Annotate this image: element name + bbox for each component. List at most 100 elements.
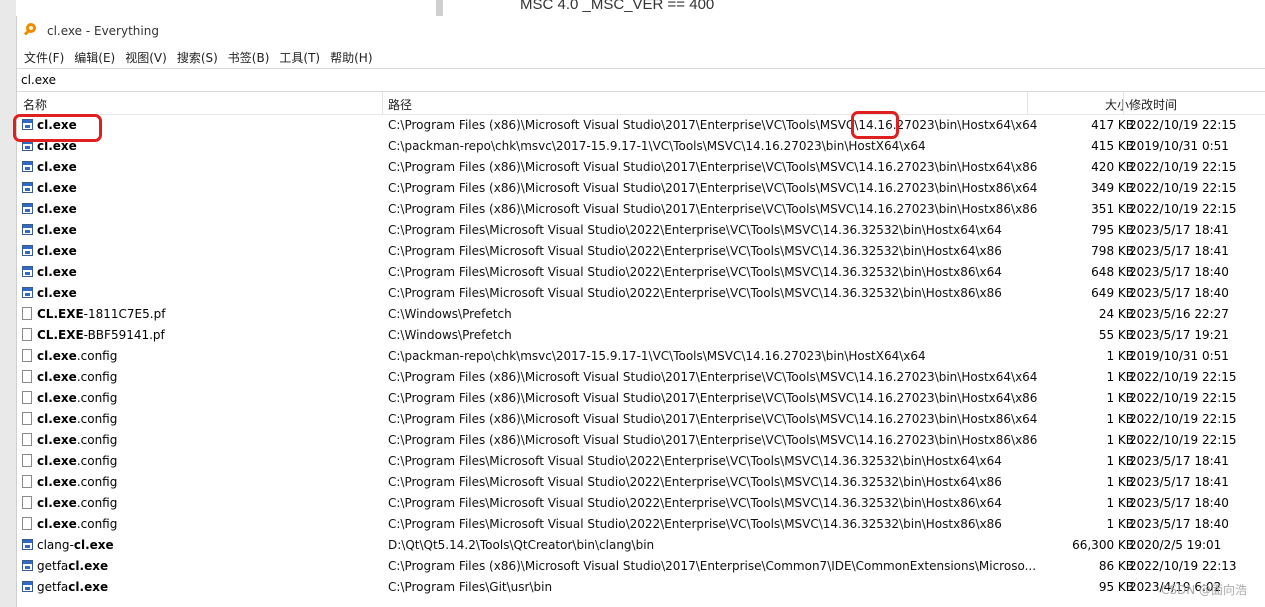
file-modified-date: 2022/10/19 22:15	[1129, 160, 1237, 174]
file-name: cl.exe.config	[37, 433, 117, 447]
file-path: C:\Program Files\Microsoft Visual Studio…	[388, 454, 1002, 468]
document-icon	[22, 391, 32, 404]
table-row[interactable]: cl.exe C:\Program Files\Microsoft Visual …	[17, 241, 1265, 262]
file-name: cl.exe.config	[37, 370, 117, 384]
file-modified-date: 2023/5/17 18:41	[1129, 475, 1229, 489]
table-row[interactable]: cl.exe C:\Program Files\Microsoft Visual …	[17, 262, 1265, 283]
table-row[interactable]: cl.exe.config C:\Program Files (x86)\Micr…	[17, 409, 1265, 430]
everything-window: cl.exe - Everything 文件(F) 编辑(E) 视图(V) 搜索…	[13, 16, 1265, 607]
background-left-area	[0, 0, 16, 607]
table-row[interactable]: cl.exe C:\Program Files\Microsoft Visual …	[17, 220, 1265, 241]
table-row[interactable]: cl.exe.config C:\Program Files\Microsoft …	[17, 451, 1265, 472]
exe-file-icon	[22, 140, 33, 151]
table-row[interactable]: cl.exe C:\Program Files (x86)\Microsoft V…	[17, 157, 1265, 178]
table-row[interactable]: cl.exe.config C:\Program Files\Microsoft …	[17, 493, 1265, 514]
file-path: C:\Program Files\Microsoft Visual Studio…	[388, 496, 1002, 510]
document-icon	[22, 517, 32, 530]
column-header-size[interactable]: 大小	[1105, 96, 1129, 113]
file-path: C:\Program Files (x86)\Microsoft Visual …	[388, 391, 1038, 405]
table-row[interactable]: cl.exe.config C:\Program Files\Microsoft …	[17, 472, 1265, 493]
file-path: D:\Qt\Qt5.14.2\Tools\QtCreator\bin\clang…	[388, 538, 655, 552]
file-modified-date: 2022/10/19 22:15	[1129, 181, 1237, 195]
file-modified-date: 2023/5/17 18:41	[1129, 223, 1229, 237]
file-name: getfacl.exe	[37, 580, 108, 594]
menu-view[interactable]: 视图(V)	[121, 49, 171, 66]
file-name: cl.exe.config	[37, 412, 117, 426]
file-path: C:\Program Files\Microsoft Visual Studio…	[388, 517, 1002, 531]
menu-tools[interactable]: 工具(T)	[275, 49, 324, 66]
menu-bookmarks[interactable]: 书签(B)	[224, 49, 274, 66]
column-header-name[interactable]: 名称	[23, 96, 47, 113]
file-name-match: cl.exe	[73, 538, 114, 552]
file-path: C:\Program Files\Microsoft Visual Studio…	[388, 286, 1002, 300]
file-modified-date: 2023/5/17 18:40	[1129, 517, 1229, 531]
file-name: cl.exe	[37, 286, 77, 300]
file-name-match: CL.EXE	[37, 307, 84, 321]
column-separator[interactable]	[382, 92, 383, 114]
table-row[interactable]: cl.exe.config C:\Program Files (x86)\Micr…	[17, 388, 1265, 409]
file-name: cl.exe.config	[37, 475, 117, 489]
file-modified-date: 2022/10/19 22:15	[1129, 391, 1237, 405]
exe-file-icon	[22, 203, 33, 214]
file-name: CL.EXE-BBF59141.pf	[37, 328, 165, 342]
file-size: 420 KB	[1091, 160, 1134, 174]
file-name-match: cl.exe	[37, 265, 77, 279]
title-bar[interactable]: cl.exe - Everything	[17, 16, 1265, 46]
table-row[interactable]: CL.EXE-1811C7E5.pf C:\Windows\Prefetch 24 …	[17, 304, 1265, 325]
exe-file-icon	[22, 287, 33, 298]
file-size: 417 KB	[1091, 118, 1134, 132]
file-name: cl.exe.config	[37, 454, 117, 468]
file-name-prefix: clang-	[37, 538, 74, 552]
file-name-match: cl.exe	[37, 412, 77, 426]
table-row[interactable]: CL.EXE-BBF59141.pf C:\Windows\Prefetch 55 …	[17, 325, 1265, 346]
file-name-match: cl.exe	[68, 580, 109, 594]
file-modified-date: 2023/5/17 18:41	[1129, 454, 1229, 468]
file-name-match: cl.exe	[37, 349, 77, 363]
file-name: cl.exe	[37, 160, 77, 174]
file-size: 349 KB	[1091, 181, 1134, 195]
table-row[interactable]: cl.exe.config C:\packman-repo\chk\msvc\20…	[17, 346, 1265, 367]
file-name: cl.exe.config	[37, 496, 117, 510]
column-header-date[interactable]: 修改时间	[1129, 96, 1177, 113]
table-row[interactable]: clang-cl.exe D:\Qt\Qt5.14.2\Tools\QtCreat…	[17, 535, 1265, 556]
table-row[interactable]: cl.exe.config C:\Program Files (x86)\Micr…	[17, 367, 1265, 388]
file-name: cl.exe.config	[37, 517, 117, 531]
menu-edit[interactable]: 编辑(E)	[70, 49, 119, 66]
file-name-suffix: .config	[76, 433, 118, 447]
table-row[interactable]: cl.exe C:\Program Files (x86)\Microsoft V…	[17, 199, 1265, 220]
file-name-match: cl.exe	[37, 517, 77, 531]
column-separator[interactable]	[1123, 92, 1124, 114]
file-name-match: cl.exe	[37, 202, 77, 216]
file-name-match: cl.exe	[37, 223, 77, 237]
table-row[interactable]: cl.exe C:\Program Files (x86)\Microsoft V…	[17, 115, 1265, 136]
file-modified-date: 2022/10/19 22:13	[1129, 559, 1237, 573]
results-list: cl.exe C:\Program Files (x86)\Microsoft V…	[17, 115, 1265, 598]
menu-help[interactable]: 帮助(H)	[326, 49, 376, 66]
column-header-path[interactable]: 路径	[388, 96, 412, 113]
table-row[interactable]: cl.exe C:\Program Files\Microsoft Visual …	[17, 283, 1265, 304]
file-path: C:\Program Files\Microsoft Visual Studio…	[388, 475, 1002, 489]
file-name: cl.exe	[37, 139, 77, 153]
table-row[interactable]: cl.exe C:\Program Files (x86)\Microsoft V…	[17, 178, 1265, 199]
file-name-match: cl.exe	[37, 370, 77, 384]
menu-file[interactable]: 文件(F)	[20, 49, 68, 66]
file-path: C:\packman-repo\chk\msvc\2017-15.9.17-1\…	[388, 349, 926, 363]
menu-search[interactable]: 搜索(S)	[173, 49, 222, 66]
file-path: C:\packman-repo\chk\msvc\2017-15.9.17-1\…	[388, 139, 926, 153]
table-row[interactable]: cl.exe.config C:\Program Files\Microsoft …	[17, 514, 1265, 535]
file-modified-date: 2023/5/17 19:21	[1129, 328, 1229, 342]
file-path: C:\Program Files\Microsoft Visual Studio…	[388, 223, 1002, 237]
document-icon	[22, 496, 32, 509]
file-modified-date: 2019/10/31 0:51	[1129, 139, 1229, 153]
table-row[interactable]: cl.exe.config C:\Program Files (x86)\Micr…	[17, 430, 1265, 451]
search-input[interactable]	[17, 73, 1265, 87]
table-row[interactable]: cl.exe C:\packman-repo\chk\msvc\2017-15.9…	[17, 136, 1265, 157]
table-row[interactable]: getfacl.exe C:\Program Files\Git\usr\bin 9…	[17, 577, 1265, 598]
file-path: C:\Program Files (x86)\Microsoft Visual …	[388, 160, 1038, 174]
table-row[interactable]: getfacl.exe C:\Program Files (x86)\Micros…	[17, 556, 1265, 577]
column-separator[interactable]	[1027, 92, 1028, 114]
file-name-prefix: getfa	[37, 580, 69, 594]
file-name-match: cl.exe	[37, 160, 77, 174]
file-modified-date: 2023/5/17 18:40	[1129, 286, 1229, 300]
file-path: C:\Windows\Prefetch	[388, 328, 512, 342]
